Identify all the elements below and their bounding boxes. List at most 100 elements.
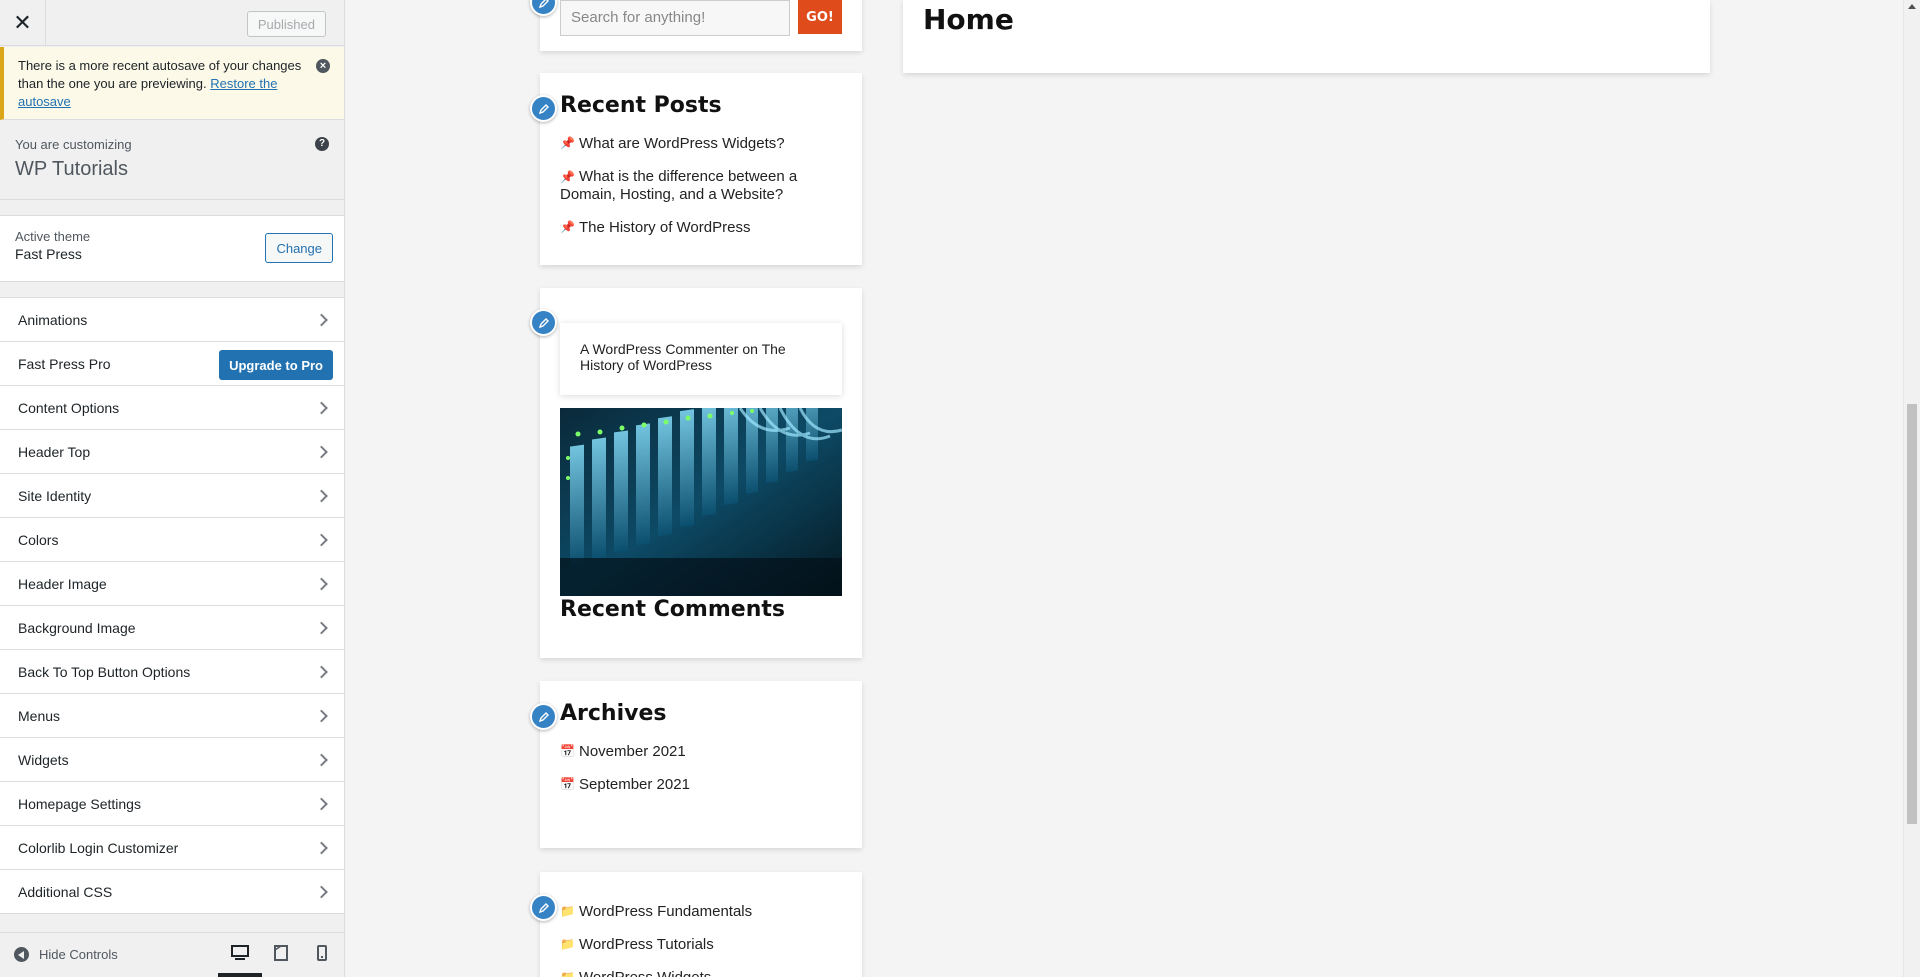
section-homepage-settings[interactable]: Homepage Settings <box>0 782 344 826</box>
edit-shortcut-button[interactable] <box>530 309 557 336</box>
desktop-icon <box>231 945 249 960</box>
pencil-icon <box>538 902 549 913</box>
help-icon[interactable]: ? <box>315 137 329 151</box>
tablet-preview-button[interactable] <box>271 943 291 963</box>
section-background-image[interactable]: Background Image <box>0 606 344 650</box>
section-fast-press-pro: Fast Press Pro Upgrade to Pro <box>0 342 344 386</box>
upgrade-to-pro-button[interactable]: Upgrade to Pro <box>219 350 333 380</box>
customizer-sections: Animations Fast Press Pro Upgrade to Pro… <box>0 297 344 914</box>
section-label: Header Top <box>18 443 91 460</box>
chevron-right-icon <box>315 665 328 678</box>
section-animations[interactable]: Animations <box>0 298 344 342</box>
collapse-icon <box>14 947 29 962</box>
section-additional-css[interactable]: Additional CSS <box>0 870 344 914</box>
comment-author: A WordPress Commenter <box>580 341 739 357</box>
category-item[interactable]: 📁 WordPress Fundamentals <box>560 903 850 920</box>
change-theme-button[interactable]: Change <box>265 233 333 263</box>
scrollbar-thumb[interactable] <box>1907 404 1917 824</box>
close-customizer-button[interactable]: ✕ <box>0 0 46 45</box>
archives-widget: Archives 📅 November 2021 📅 September 2021 <box>530 681 862 848</box>
edit-shortcut-button[interactable] <box>530 703 557 730</box>
chevron-right-icon <box>315 709 328 722</box>
section-header-image[interactable]: Header Image <box>0 562 344 606</box>
desktop-preview-button[interactable] <box>218 943 262 977</box>
mobile-preview-button[interactable] <box>312 943 332 963</box>
pencil-icon <box>538 103 549 114</box>
page-title: Home <box>923 3 1014 36</box>
recent-comment-item[interactable]: A WordPress Commenter on The History of … <box>560 323 842 395</box>
customizer-sidebar: ✕ Published There is a more recent autos… <box>0 0 345 977</box>
widget-title: Archives <box>560 701 667 726</box>
section-colorlib-login[interactable]: Colorlib Login Customizer <box>0 826 344 870</box>
section-label: Menus <box>18 707 61 724</box>
section-header-top[interactable]: Header Top <box>0 430 344 474</box>
dismiss-icon[interactable]: × <box>316 59 330 73</box>
categories-widget: 📁 WordPress Fundamentals 📁 WordPress Tutor… <box>530 872 862 977</box>
chevron-right-icon <box>315 577 328 590</box>
chevron-right-icon <box>315 753 328 766</box>
publish-button[interactable]: Published <box>246 11 326 37</box>
pencil-icon <box>538 317 549 328</box>
recent-posts-widget: Recent Posts 📌 What are WordPress Widgets… <box>530 73 862 265</box>
section-label: Colors <box>18 531 59 548</box>
section-widgets[interactable]: Widgets <box>0 738 344 782</box>
close-icon: ✕ <box>13 9 32 35</box>
section-label: Site Identity <box>18 487 92 504</box>
pin-icon: 📌 <box>560 136 575 150</box>
calendar-icon: 📅 <box>560 777 575 791</box>
customizer-header: ✕ Published <box>0 0 344 46</box>
preview-scrollbar[interactable] <box>1903 0 1920 977</box>
chevron-right-icon <box>315 885 328 898</box>
widget-title: Recent Posts <box>560 93 722 118</box>
chevron-right-icon <box>315 401 328 414</box>
tablet-icon <box>274 945 288 961</box>
server-image-graphic <box>560 408 842 596</box>
section-content-options[interactable]: Content Options <box>0 386 344 430</box>
section-colors[interactable]: Colors <box>0 518 344 562</box>
section-back-to-top[interactable]: Back To Top Button Options <box>0 650 344 694</box>
recent-post-item[interactable]: 📌 What is the difference between a Domain… <box>560 168 850 203</box>
search-widget: Search for anything! GO! <box>530 0 862 51</box>
category-item[interactable]: 📁 WordPress Tutorials <box>560 936 850 953</box>
section-label: Additional CSS <box>18 883 113 900</box>
chevron-right-icon <box>315 797 328 810</box>
section-label: Content Options <box>18 399 120 416</box>
edit-shortcut-button[interactable] <box>530 0 557 16</box>
section-site-identity[interactable]: Site Identity <box>0 474 344 518</box>
section-label: Animations <box>18 311 88 328</box>
site-name: WP Tutorials <box>15 158 128 180</box>
chevron-right-icon <box>315 533 328 546</box>
pencil-icon <box>538 711 549 722</box>
customizer-footer: Hide Controls <box>0 932 344 977</box>
edit-shortcut-button[interactable] <box>530 95 557 122</box>
customizing-label: You are customizing <box>15 137 132 152</box>
pin-icon: 📌 <box>560 170 575 184</box>
customizing-info: You are customizing WP Tutorials ? <box>0 120 344 200</box>
pin-icon: 📌 <box>560 220 575 234</box>
chevron-right-icon <box>315 621 328 634</box>
archive-item[interactable]: 📅 September 2021 <box>560 776 850 793</box>
section-label: Fast Press Pro <box>18 355 111 372</box>
scroll-up-icon[interactable] <box>1908 4 1916 9</box>
search-input[interactable]: Search for anything! <box>560 0 790 36</box>
search-go-button[interactable]: GO! <box>798 0 842 34</box>
recent-post-item[interactable]: 📌 The History of WordPress <box>560 219 850 236</box>
section-label: Colorlib Login Customizer <box>18 839 179 856</box>
recent-post-item[interactable]: 📌 What are WordPress Widgets? <box>560 135 850 152</box>
archive-item[interactable]: 📅 November 2021 <box>560 743 850 760</box>
chevron-right-icon <box>315 313 328 326</box>
chevron-right-icon <box>315 489 328 502</box>
category-item[interactable]: 📁WordPress Widgets <box>560 969 850 977</box>
hide-controls-label: Hide Controls <box>39 947 118 962</box>
autosave-notice: There is a more recent autosave of your … <box>0 47 344 120</box>
chevron-right-icon <box>315 445 328 458</box>
section-label: Background Image <box>18 619 136 636</box>
active-theme-panel: Active theme Fast Press Change <box>0 215 344 282</box>
chevron-right-icon <box>315 841 328 854</box>
hide-controls-button[interactable]: Hide Controls <box>14 947 118 962</box>
section-menus[interactable]: Menus <box>0 694 344 738</box>
edit-shortcut-button[interactable] <box>530 894 557 921</box>
folder-icon: 📁 <box>560 937 575 951</box>
site-preview: Search for anything! GO! Home Recent Pos… <box>346 0 1920 977</box>
section-label: Back To Top Button Options <box>18 663 191 680</box>
